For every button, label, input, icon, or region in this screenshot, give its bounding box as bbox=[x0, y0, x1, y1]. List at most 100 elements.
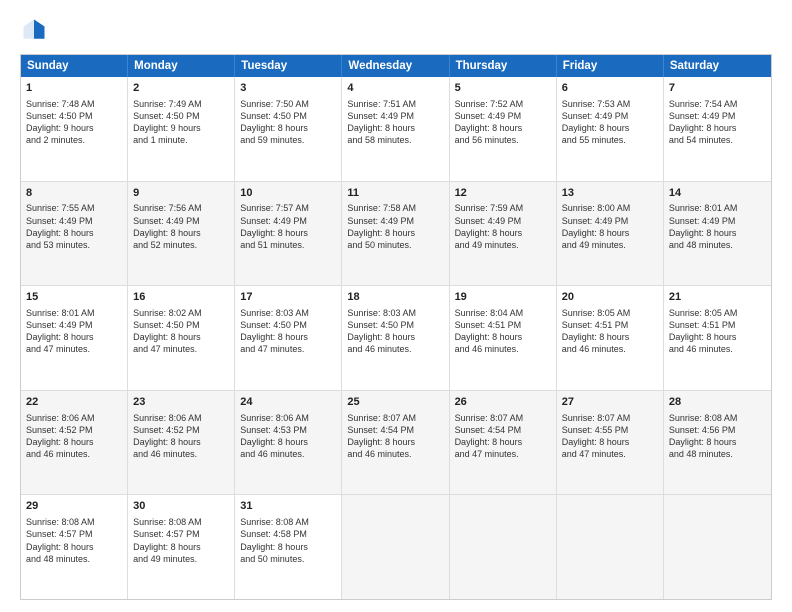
cell-line: Sunrise: 7:51 AM bbox=[347, 98, 443, 110]
cell-line: Sunrise: 8:03 AM bbox=[347, 307, 443, 319]
cell-line: and 47 minutes. bbox=[455, 448, 551, 460]
cell-line: and 2 minutes. bbox=[26, 134, 122, 146]
cell-line: Sunrise: 8:00 AM bbox=[562, 202, 658, 214]
calendar-body: 1Sunrise: 7:48 AMSunset: 4:50 PMDaylight… bbox=[21, 77, 771, 599]
day-number: 10 bbox=[240, 186, 336, 201]
cell-line: Daylight: 8 hours bbox=[669, 227, 766, 239]
calendar-cell-day-16: 16Sunrise: 8:02 AMSunset: 4:50 PMDayligh… bbox=[128, 286, 235, 390]
calendar-row-1: 1Sunrise: 7:48 AMSunset: 4:50 PMDaylight… bbox=[21, 77, 771, 181]
cell-line: and 46 minutes. bbox=[455, 343, 551, 355]
cell-line: and 46 minutes. bbox=[562, 343, 658, 355]
cell-line: Daylight: 8 hours bbox=[133, 331, 229, 343]
cell-line: Sunrise: 7:55 AM bbox=[26, 202, 122, 214]
day-number: 2 bbox=[133, 81, 229, 96]
calendar-cell-day-19: 19Sunrise: 8:04 AMSunset: 4:51 PMDayligh… bbox=[450, 286, 557, 390]
calendar-cell-day-3: 3Sunrise: 7:50 AMSunset: 4:50 PMDaylight… bbox=[235, 77, 342, 181]
cell-line: and 48 minutes. bbox=[26, 553, 122, 565]
cell-line: Sunset: 4:50 PM bbox=[133, 110, 229, 122]
cell-line: Sunrise: 8:08 AM bbox=[133, 516, 229, 528]
cell-line: Sunrise: 8:07 AM bbox=[455, 412, 551, 424]
cell-line: Sunset: 4:50 PM bbox=[133, 319, 229, 331]
calendar-cell-day-22: 22Sunrise: 8:06 AMSunset: 4:52 PMDayligh… bbox=[21, 391, 128, 495]
cell-line: and 48 minutes. bbox=[669, 239, 766, 251]
day-number: 18 bbox=[347, 290, 443, 305]
header-day-friday: Friday bbox=[557, 55, 664, 77]
cell-line: Daylight: 8 hours bbox=[26, 541, 122, 553]
cell-line: Sunset: 4:57 PM bbox=[26, 528, 122, 540]
header-day-saturday: Saturday bbox=[664, 55, 771, 77]
calendar-cell-day-27: 27Sunrise: 8:07 AMSunset: 4:55 PMDayligh… bbox=[557, 391, 664, 495]
day-number: 11 bbox=[347, 186, 443, 201]
calendar-cell-day-4: 4Sunrise: 7:51 AMSunset: 4:49 PMDaylight… bbox=[342, 77, 449, 181]
calendar: SundayMondayTuesdayWednesdayThursdayFrid… bbox=[20, 54, 772, 600]
day-number: 25 bbox=[347, 395, 443, 410]
cell-line: Daylight: 8 hours bbox=[562, 436, 658, 448]
cell-line: Sunset: 4:54 PM bbox=[455, 424, 551, 436]
cell-line: and 50 minutes. bbox=[240, 553, 336, 565]
cell-line: and 46 minutes. bbox=[26, 448, 122, 460]
cell-line: Sunrise: 7:57 AM bbox=[240, 202, 336, 214]
cell-line: and 52 minutes. bbox=[133, 239, 229, 251]
cell-line: and 46 minutes. bbox=[240, 448, 336, 460]
day-number: 14 bbox=[669, 186, 766, 201]
cell-line: Sunset: 4:54 PM bbox=[347, 424, 443, 436]
day-number: 26 bbox=[455, 395, 551, 410]
cell-line: Sunset: 4:57 PM bbox=[133, 528, 229, 540]
cell-line: and 54 minutes. bbox=[669, 134, 766, 146]
calendar-cell-empty bbox=[450, 495, 557, 599]
cell-line: Sunset: 4:52 PM bbox=[133, 424, 229, 436]
cell-line: Daylight: 8 hours bbox=[669, 436, 766, 448]
cell-line: and 58 minutes. bbox=[347, 134, 443, 146]
day-number: 6 bbox=[562, 81, 658, 96]
calendar-cell-day-7: 7Sunrise: 7:54 AMSunset: 4:49 PMDaylight… bbox=[664, 77, 771, 181]
cell-line: Sunrise: 8:06 AM bbox=[240, 412, 336, 424]
day-number: 17 bbox=[240, 290, 336, 305]
cell-line: Daylight: 8 hours bbox=[669, 331, 766, 343]
calendar-row-5: 29Sunrise: 8:08 AMSunset: 4:57 PMDayligh… bbox=[21, 494, 771, 599]
calendar-cell-day-20: 20Sunrise: 8:05 AMSunset: 4:51 PMDayligh… bbox=[557, 286, 664, 390]
day-number: 29 bbox=[26, 499, 122, 514]
day-number: 5 bbox=[455, 81, 551, 96]
cell-line: Sunset: 4:51 PM bbox=[669, 319, 766, 331]
calendar-cell-day-31: 31Sunrise: 8:08 AMSunset: 4:58 PMDayligh… bbox=[235, 495, 342, 599]
cell-line: Sunset: 4:49 PM bbox=[26, 319, 122, 331]
cell-line: Sunset: 4:49 PM bbox=[133, 215, 229, 227]
cell-line: Daylight: 8 hours bbox=[133, 541, 229, 553]
cell-line: Sunset: 4:49 PM bbox=[562, 215, 658, 227]
cell-line: Sunset: 4:49 PM bbox=[455, 110, 551, 122]
cell-line: and 50 minutes. bbox=[347, 239, 443, 251]
cell-line: Daylight: 8 hours bbox=[133, 436, 229, 448]
logo-icon bbox=[20, 16, 48, 44]
day-number: 16 bbox=[133, 290, 229, 305]
calendar-row-4: 22Sunrise: 8:06 AMSunset: 4:52 PMDayligh… bbox=[21, 390, 771, 495]
cell-line: Sunrise: 8:05 AM bbox=[669, 307, 766, 319]
cell-line: Sunset: 4:49 PM bbox=[240, 215, 336, 227]
cell-line: Sunset: 4:49 PM bbox=[669, 215, 766, 227]
cell-line: Sunset: 4:51 PM bbox=[455, 319, 551, 331]
cell-line: Daylight: 8 hours bbox=[347, 436, 443, 448]
header-day-monday: Monday bbox=[128, 55, 235, 77]
day-number: 3 bbox=[240, 81, 336, 96]
cell-line: Sunset: 4:52 PM bbox=[26, 424, 122, 436]
day-number: 9 bbox=[133, 186, 229, 201]
cell-line: Sunrise: 7:49 AM bbox=[133, 98, 229, 110]
cell-line: Daylight: 8 hours bbox=[562, 227, 658, 239]
calendar-cell-day-6: 6Sunrise: 7:53 AMSunset: 4:49 PMDaylight… bbox=[557, 77, 664, 181]
calendar-cell-day-25: 25 Sunrise: 8:07 AMSunset: 4:54 PMDayligh… bbox=[342, 391, 449, 495]
calendar-cell-day-30: 30Sunrise: 8:08 AMSunset: 4:57 PMDayligh… bbox=[128, 495, 235, 599]
cell-line: Daylight: 8 hours bbox=[669, 122, 766, 134]
cell-line: Sunrise: 7:59 AM bbox=[455, 202, 551, 214]
cell-line: Sunrise: 7:50 AM bbox=[240, 98, 336, 110]
page: SundayMondayTuesdayWednesdayThursdayFrid… bbox=[0, 0, 792, 612]
cell-line: and 47 minutes. bbox=[562, 448, 658, 460]
calendar-cell-empty bbox=[557, 495, 664, 599]
cell-line: and 51 minutes. bbox=[240, 239, 336, 251]
day-number: 20 bbox=[562, 290, 658, 305]
calendar-cell-day-8: 8Sunrise: 7:55 AMSunset: 4:49 PMDaylight… bbox=[21, 182, 128, 286]
cell-line: Daylight: 9 hours bbox=[133, 122, 229, 134]
cell-line: Sunrise: 8:07 AM bbox=[347, 412, 443, 424]
cell-line: Sunset: 4:50 PM bbox=[26, 110, 122, 122]
header-day-tuesday: Tuesday bbox=[235, 55, 342, 77]
day-number: 27 bbox=[562, 395, 658, 410]
cell-line: and 47 minutes. bbox=[133, 343, 229, 355]
